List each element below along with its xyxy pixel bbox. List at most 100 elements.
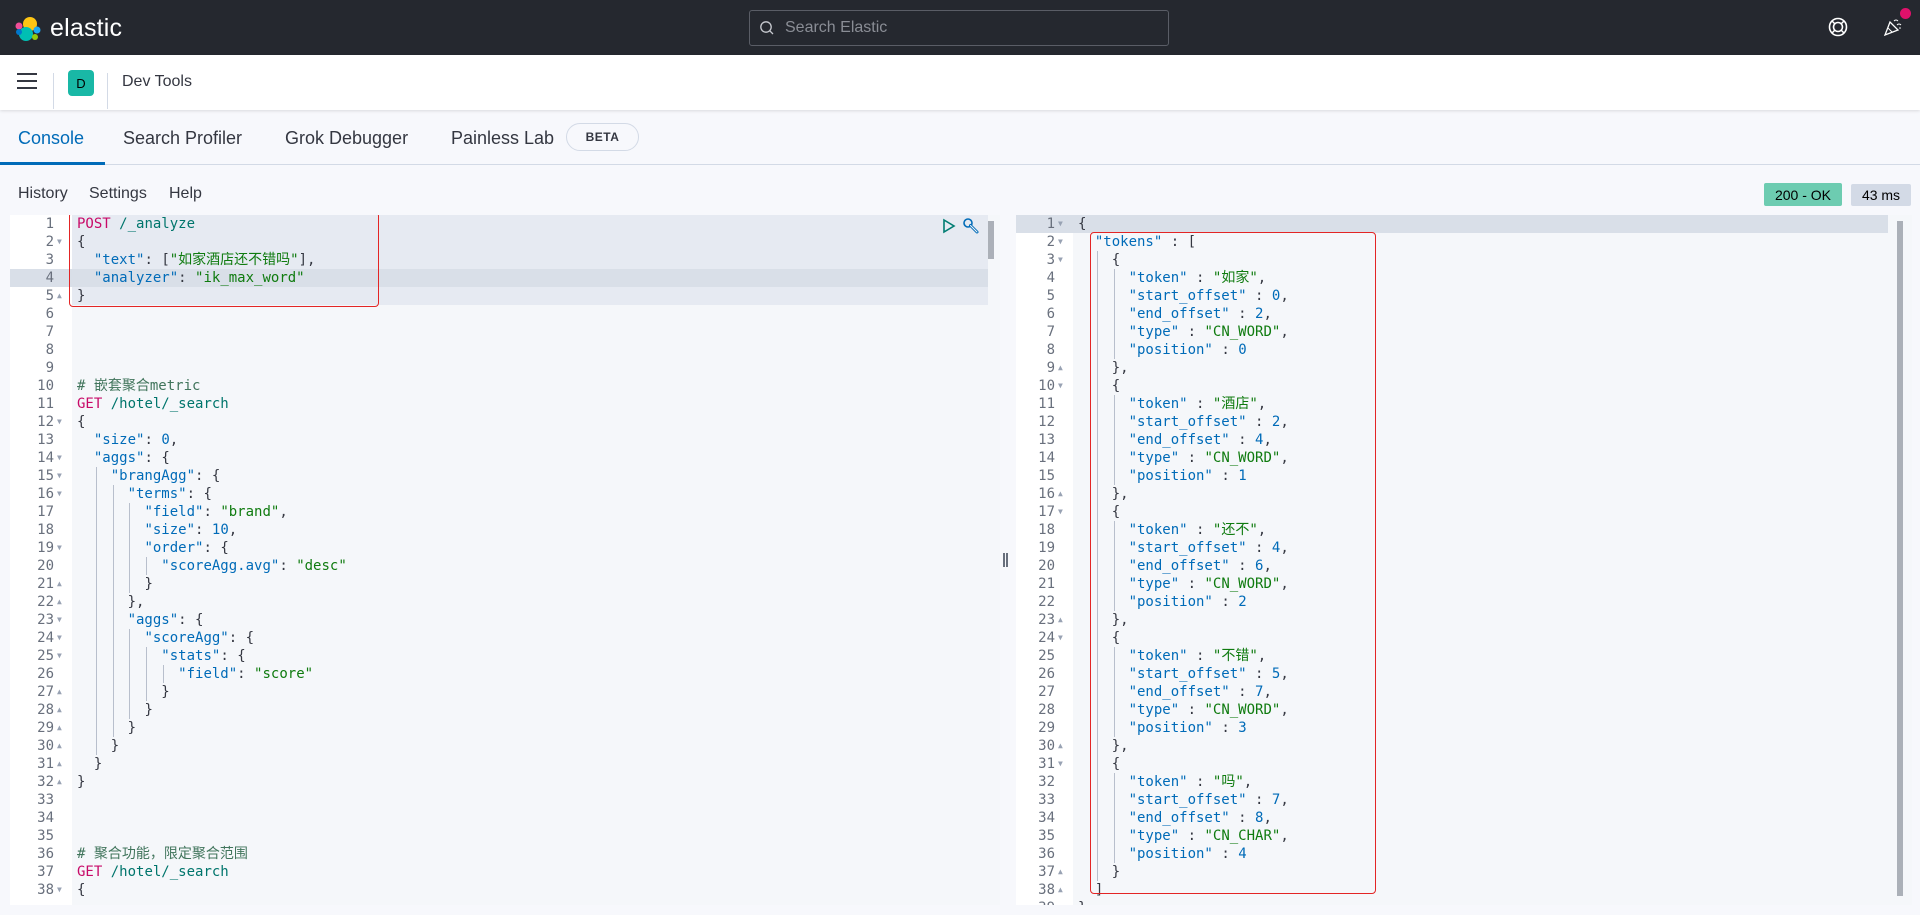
history-link[interactable]: History <box>18 185 68 203</box>
request-line-number: 8 <box>45 342 54 358</box>
indent-guide <box>95 467 97 755</box>
response-scrollbar[interactable] <box>1897 221 1903 896</box>
fold-collapse-icon[interactable]: ▼ <box>57 611 62 629</box>
response-line-number: 36 <box>1038 846 1055 862</box>
fold-expand-icon[interactable]: ▲ <box>1058 737 1063 755</box>
fold-expand-icon[interactable]: ▲ <box>1058 485 1063 503</box>
fold-collapse-icon[interactable]: ▼ <box>1058 215 1063 233</box>
request-code-line: GET /hotel/_search <box>77 864 229 880</box>
response-line-number: 34 <box>1038 810 1055 826</box>
fold-expand-icon[interactable]: ▲ <box>57 287 62 305</box>
indent-guide <box>129 503 131 593</box>
fold-collapse-icon[interactable]: ▼ <box>57 647 62 665</box>
response-code-line: "position" : 1 <box>1128 468 1247 484</box>
response-code-line: }, <box>1111 486 1129 502</box>
request-line-number: 3 <box>45 252 54 268</box>
indent-guide <box>1113 647 1115 737</box>
help-lifebuoy-icon[interactable] <box>1827 16 1849 38</box>
play-icon[interactable] <box>942 218 956 234</box>
hamburger-icon <box>17 73 37 75</box>
fold-collapse-icon[interactable]: ▼ <box>1058 377 1063 395</box>
response-line-number: 11 <box>1038 396 1055 412</box>
request-line-number: 16 <box>37 486 54 502</box>
tab-painless-lab[interactable]: Painless Lab <box>451 128 554 149</box>
response-editor[interactable]: 1 ▼{2 ▼ "tokens" : [3 ▼ {4 "token" : "如家", 5… <box>1016 215 1912 905</box>
indent-guide <box>1113 773 1115 863</box>
panel-resize-handle[interactable] <box>1003 553 1009 567</box>
fold-collapse-icon[interactable]: ▼ <box>1058 233 1063 251</box>
fold-expand-icon[interactable]: ▲ <box>57 593 62 611</box>
response-code-line: { <box>1111 252 1121 268</box>
tab-search-profiler[interactable]: Search Profiler <box>123 128 242 149</box>
response-line-number: 2 <box>1046 234 1055 250</box>
indent-guide <box>1113 395 1115 485</box>
response-code-line: "end_offset" : 4, <box>1128 432 1272 448</box>
menu-toggle-button[interactable] <box>17 73 37 89</box>
fold-expand-icon[interactable]: ▲ <box>57 737 62 755</box>
request-code-line: } <box>127 720 137 736</box>
fold-expand-icon[interactable]: ▲ <box>1058 863 1063 881</box>
response-code-line: "type" : "CN_WORD", <box>1128 324 1289 340</box>
fold-collapse-icon[interactable]: ▼ <box>57 449 62 467</box>
newsfeed-party-icon[interactable] <box>1882 16 1904 38</box>
help-link[interactable]: Help <box>169 185 202 203</box>
app-subheader <box>0 55 1920 110</box>
fold-collapse-icon[interactable]: ▼ <box>1058 251 1063 269</box>
request-line-number: 27 <box>37 684 54 700</box>
fold-collapse-icon[interactable]: ▼ <box>1058 755 1063 773</box>
request-line-number: 20 <box>37 558 54 574</box>
request-code-line: "brangAgg": { <box>110 468 221 484</box>
global-search[interactable] <box>749 10 1169 46</box>
request-code-line: "text": ["如家酒店还不错吗"], <box>93 252 316 268</box>
fold-expand-icon[interactable]: ▲ <box>1058 611 1063 629</box>
elastic-logo-icon <box>15 16 41 41</box>
fold-collapse-icon[interactable]: ▼ <box>1058 503 1063 521</box>
fold-expand-icon[interactable]: ▲ <box>1058 359 1063 377</box>
elastic-logo[interactable]: elastic <box>14 14 122 43</box>
tab-console[interactable]: Console <box>18 128 84 149</box>
request-code-line: { <box>77 414 86 430</box>
indent-guide <box>163 665 164 683</box>
fold-collapse-icon[interactable]: ▼ <box>57 413 62 431</box>
request-line-number: 11 <box>37 396 54 412</box>
fold-expand-icon[interactable]: ▲ <box>1058 881 1063 899</box>
response-code-line: { <box>1111 756 1121 772</box>
response-code-line: "type" : "CN_WORD", <box>1128 702 1289 718</box>
fold-expand-icon[interactable]: ▲ <box>57 701 62 719</box>
beta-badge: BETA <box>566 123 639 151</box>
fold-collapse-icon[interactable]: ▼ <box>57 485 62 503</box>
request-code-line: "field": "brand", <box>144 504 288 520</box>
fold-collapse-icon[interactable]: ▼ <box>57 233 62 251</box>
request-code-line: "scoreAgg.avg": "desc" <box>161 558 347 574</box>
wrench-icon[interactable] <box>962 217 980 235</box>
request-code-line: } <box>110 738 120 754</box>
request-line-number: 28 <box>37 702 54 718</box>
fold-expand-icon[interactable]: ▲ <box>57 575 62 593</box>
fold-collapse-icon[interactable]: ▼ <box>57 629 62 647</box>
tab-grok-debugger[interactable]: Grok Debugger <box>285 128 408 149</box>
request-line-number: 19 <box>37 540 54 556</box>
fold-collapse-icon[interactable]: ▼ <box>57 467 62 485</box>
fold-expand-icon[interactable]: ▲ <box>57 773 62 791</box>
fold-collapse-icon[interactable]: ▼ <box>57 881 62 899</box>
response-line-number: 22 <box>1038 594 1055 610</box>
settings-link[interactable]: Settings <box>89 185 147 203</box>
request-code-line: "size": 0, <box>93 432 179 448</box>
request-editor[interactable]: 1 POST /_analyze 2 ▼{3 "text": ["如家酒店还不错吗"]… <box>10 215 1000 905</box>
response-code-line: "start_offset" : 0, <box>1128 288 1289 304</box>
request-time-badge: 43 ms <box>1851 184 1911 206</box>
fold-expand-icon[interactable]: ▲ <box>57 719 62 737</box>
request-scrollbar[interactable] <box>988 221 994 259</box>
response-line-number: 29 <box>1038 720 1055 736</box>
fold-expand-icon[interactable]: ▲ <box>57 683 62 701</box>
fold-collapse-icon[interactable]: ▼ <box>57 539 62 557</box>
fold-expand-icon[interactable]: ▲ <box>57 755 62 773</box>
response-line-number: 19 <box>1038 540 1055 556</box>
search-input[interactable] <box>785 19 1145 37</box>
response-line-number: 35 <box>1038 828 1055 844</box>
fold-collapse-icon[interactable]: ▼ <box>1058 629 1063 647</box>
request-line-number: 10 <box>37 378 54 394</box>
request-line-number: 35 <box>37 828 54 844</box>
space-avatar[interactable]: D <box>68 70 94 96</box>
response-code-line: { <box>1111 504 1121 520</box>
